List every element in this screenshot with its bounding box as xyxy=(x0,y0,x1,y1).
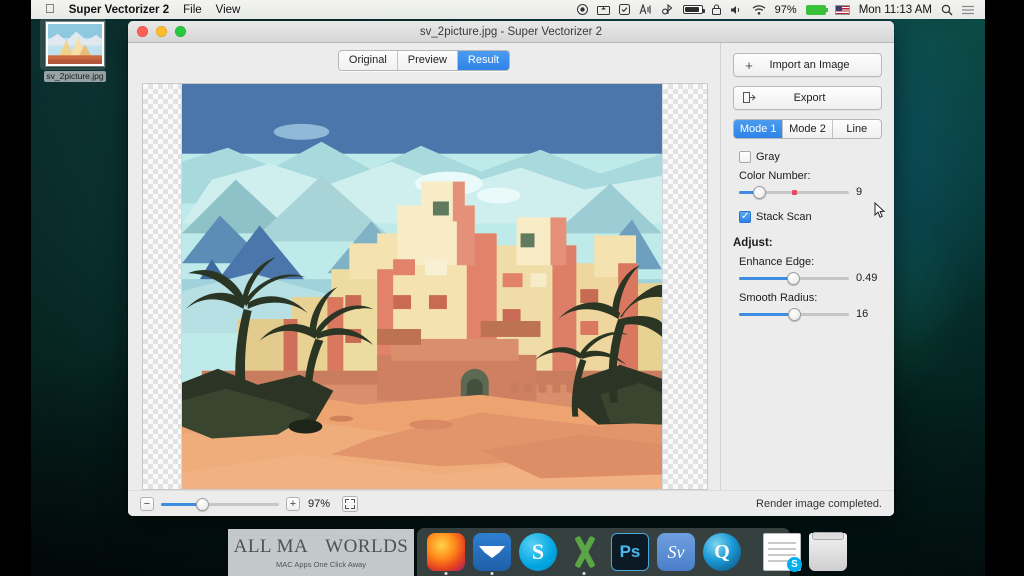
battery-shape xyxy=(682,5,705,14)
color-number-slider[interactable] xyxy=(739,185,849,199)
soundwave-icon[interactable] xyxy=(639,4,653,15)
view-tabbar: Original Preview Result xyxy=(128,43,720,77)
enhance-edge-label: Enhance Edge: xyxy=(739,256,815,268)
dock-item-quicktime[interactable]: Q xyxy=(703,533,741,571)
smooth-radius-row: 16 xyxy=(739,307,882,321)
zoom-slider[interactable] xyxy=(161,497,279,511)
window-bottom-bar: − + 97% Render image completed. xyxy=(128,490,894,516)
menubar-clock[interactable]: Mon 11:13 AM xyxy=(859,4,932,16)
watermark-title-left: ALL MA xyxy=(233,536,309,557)
record-icon[interactable] xyxy=(576,4,588,15)
watermark-banner: ALL MA  WORLDS MAC Apps One Click Away xyxy=(228,529,414,576)
export-button[interactable]: Export xyxy=(733,86,882,110)
tab-preview[interactable]: Preview xyxy=(397,50,458,70)
menu-item-view[interactable]: View xyxy=(216,4,241,16)
gray-label: Gray xyxy=(756,151,780,163)
search-icon[interactable] xyxy=(941,4,953,16)
window-body: Original Preview Result + Import an Imag… xyxy=(128,43,894,516)
image-canvas[interactable] xyxy=(142,83,708,490)
skype-badge-icon: S xyxy=(787,557,802,572)
battery-charging-icon[interactable] xyxy=(805,4,828,15)
vectorized-artwork xyxy=(181,84,663,489)
screen:  Super Vectorizer 2 File View xyxy=(0,0,1024,576)
screenshot-icon[interactable] xyxy=(596,5,610,15)
app-window: sv_2picture.jpg - Super Vectorizer 2 Ori… xyxy=(128,21,894,516)
checkmark-circle-icon[interactable] xyxy=(618,4,630,15)
import-image-button[interactable]: + Import an Image xyxy=(733,53,882,77)
window-title: sv_2picture.jpg - Super Vectorizer 2 xyxy=(419,25,603,38)
fit-to-screen-icon[interactable] xyxy=(342,495,359,512)
enhance-edge-slider[interactable] xyxy=(739,271,849,285)
battery-gauge-icon[interactable] xyxy=(682,5,705,14)
import-image-label: Import an Image xyxy=(769,59,850,71)
line-mode-tab[interactable]: Line xyxy=(832,120,881,138)
desktop-file-icon[interactable]: sv_2picture.jpg xyxy=(40,18,106,84)
apple-logo-icon[interactable]:  xyxy=(45,2,55,15)
view-segmented-control: Original Preview Result xyxy=(337,49,511,71)
stack-scan-checkbox-row[interactable]: Stack Scan xyxy=(739,210,882,223)
bluetooth-icon[interactable] xyxy=(661,4,674,15)
status-message: Render image completed. xyxy=(756,497,882,510)
dock-item-trash[interactable] xyxy=(809,532,847,571)
menu-item-file[interactable]: File xyxy=(183,4,202,16)
dock-item-firefox[interactable] xyxy=(427,533,465,575)
color-number-value: 9 xyxy=(856,186,863,198)
smooth-radius-label: Smooth Radius: xyxy=(739,292,818,304)
artwork-svg xyxy=(182,84,662,489)
stack-scan-checkbox[interactable] xyxy=(739,210,751,223)
us-flag-icon[interactable] xyxy=(834,4,850,15)
menu-app-name[interactable]: Super Vectorizer 2 xyxy=(69,4,169,16)
dock-item-skype[interactable]: S xyxy=(519,533,557,571)
color-number-row: 9 xyxy=(739,185,882,199)
smooth-radius-slider[interactable] xyxy=(739,307,849,321)
mode-1-tab[interactable]: Mode 1 xyxy=(734,120,784,138)
watermark-apple-icon:  xyxy=(310,538,323,556)
zoom-percent: 97% xyxy=(308,497,331,510)
watermark-tagline: MAC Apps One Click Away xyxy=(276,560,366,569)
tab-original[interactable]: Original xyxy=(338,50,398,70)
dock-item-thunderbird[interactable] xyxy=(473,533,511,575)
enhance-edge-value: 0.49 xyxy=(856,272,878,284)
battery-percent[interactable]: 97% xyxy=(775,4,797,16)
zoom-in-button[interactable]: + xyxy=(286,496,300,511)
window-titlebar[interactable]: sv_2picture.jpg - Super Vectorizer 2 xyxy=(128,21,894,43)
zoom-out-button[interactable]: − xyxy=(140,496,154,511)
thumbnail-artwork xyxy=(48,24,102,64)
desktop-icon-label: sv_2picture.jpg xyxy=(44,71,106,82)
dock-item-excel[interactable] xyxy=(565,533,603,575)
color-number-label: Color Number: xyxy=(739,170,811,182)
gray-checkbox-row[interactable]: Gray xyxy=(739,151,882,163)
watermark-title: ALL MA  WORLDS xyxy=(234,536,409,558)
smooth-radius-value: 16 xyxy=(856,308,869,320)
notification-center-icon[interactable] xyxy=(962,5,974,15)
dock-item-document[interactable]: S xyxy=(763,533,802,572)
stack-scan-label: Stack Scan xyxy=(756,211,812,223)
watermark-title-right: WORLDS xyxy=(318,536,408,557)
enhance-edge-row: 0.49 xyxy=(739,271,882,285)
mouse-cursor xyxy=(874,201,886,224)
mode-2-tab[interactable]: Mode 2 xyxy=(783,120,833,138)
dock-item-super-vectorizer[interactable]: Sv xyxy=(657,533,695,571)
adjust-heading: Adjust: xyxy=(733,237,773,249)
gray-checkbox[interactable] xyxy=(739,151,751,163)
dock: S Ps Sv Q S xyxy=(417,528,847,576)
menu-bar:  Super Vectorizer 2 File View xyxy=(31,0,985,19)
dock-item-photoshop[interactable]: Ps xyxy=(611,533,649,571)
lock-icon[interactable] xyxy=(711,4,721,15)
plus-icon: + xyxy=(745,57,753,73)
wifi-icon[interactable] xyxy=(752,4,766,15)
controls-panel: + Import an Image Export Mode 1 Mode 2 L… xyxy=(720,43,894,516)
export-label: Export xyxy=(793,92,826,104)
tab-result[interactable]: Result xyxy=(457,50,510,70)
mode-segmented-control: Mode 1 Mode 2 Line xyxy=(733,119,882,139)
export-icon xyxy=(734,91,764,106)
volume-icon[interactable] xyxy=(730,5,743,15)
canvas-pane: Original Preview Result xyxy=(128,43,720,516)
desktop-icon-thumbnail xyxy=(46,22,104,66)
